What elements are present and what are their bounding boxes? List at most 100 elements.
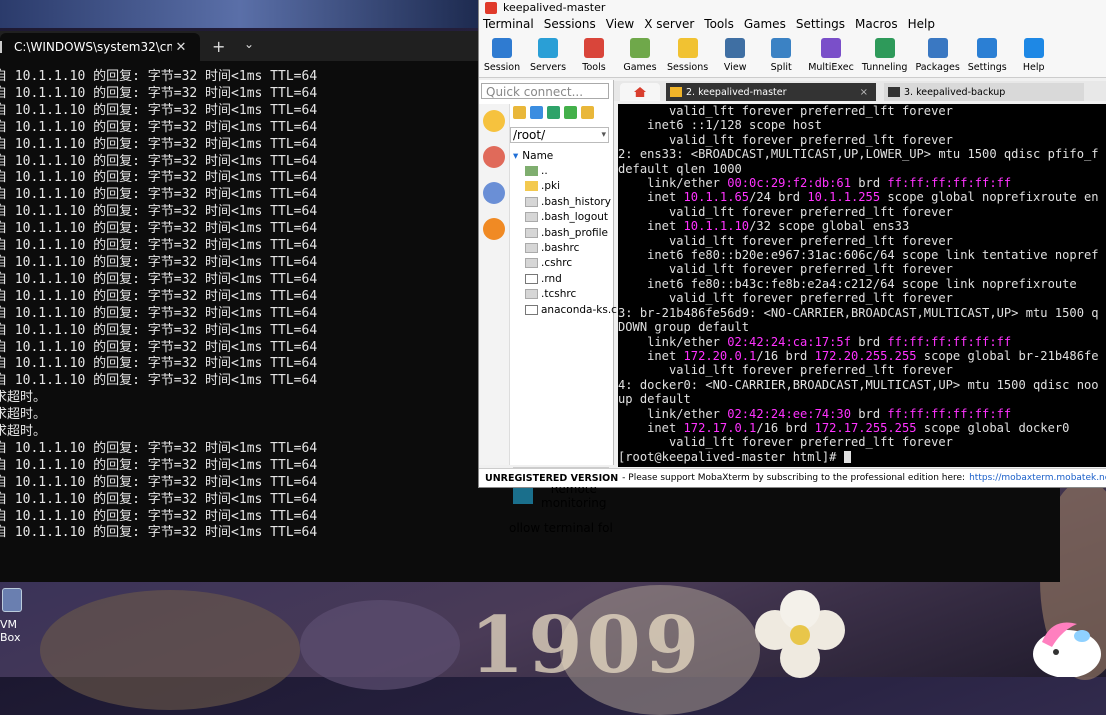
window-title: keepalived-master — [503, 1, 606, 14]
file-item[interactable]: .tcshrc — [513, 287, 617, 302]
sftp-icon[interactable] — [483, 218, 505, 240]
toolbar-label: Help — [1022, 62, 1045, 73]
terminal-text: 4: docker0: <NO-CARRIER,BROADCAST,MULTIC… — [618, 377, 1099, 392]
toolbar-view-button[interactable]: View — [712, 33, 758, 77]
terminal-output[interactable]: valid_lft forever preferred_lft forever … — [618, 104, 1106, 467]
quick-connect-input[interactable]: Quick connect... — [481, 83, 609, 99]
folder-up-icon[interactable] — [513, 106, 526, 119]
window-title-bar[interactable]: keepalived-master — [479, 0, 1106, 15]
file-item[interactable]: anaconda-ks.c — [513, 302, 617, 317]
chevron-down-icon[interactable]: ⌄ — [244, 37, 254, 51]
wallpaper-shape — [40, 590, 300, 710]
toolbar-servers-button[interactable]: Servers — [525, 33, 571, 77]
toolbar-label: Games — [623, 62, 657, 73]
home-icon — [634, 87, 646, 97]
menu-item-tools[interactable]: Tools — [700, 17, 740, 31]
terminal-icon — [0, 41, 12, 53]
toolbar-label: Tunneling — [861, 62, 908, 73]
chevron-down-icon[interactable]: ▾ — [601, 128, 606, 143]
settings-icon — [977, 38, 998, 58]
terminal-text: inet6 ::1/128 scope host — [618, 118, 822, 133]
file-item[interactable]: .. — [513, 163, 617, 178]
menu-item-settings[interactable]: Settings — [792, 17, 851, 31]
close-icon[interactable]: × — [860, 87, 868, 98]
sidebar-vertical-tabs — [479, 104, 510, 465]
path-value: /root/ — [513, 128, 546, 142]
terminal-text: 172.20.255.255 — [814, 348, 917, 363]
path-field[interactable]: /root/ ▾ — [510, 127, 609, 143]
toolbar-label: Servers — [529, 62, 567, 73]
file-tree: ▾ Name.. .pki .bash_history .bash_logout .bas… — [513, 148, 617, 317]
file-item[interactable]: .cshrc — [513, 256, 617, 271]
file-item[interactable]: .rnd — [513, 271, 617, 286]
send-icon[interactable] — [483, 182, 505, 204]
terminal-line: link/ether 02:42:24:ee:74:30 brd ff:ff:f… — [618, 407, 1106, 421]
tools-icon[interactable] — [483, 146, 505, 168]
refresh-icon[interactable] — [564, 106, 577, 119]
tree-header[interactable]: ▾ Name — [513, 148, 617, 163]
terminal-line: inet 172.20.0.1/16 brd 172.20.255.255 sc… — [618, 349, 1106, 363]
terminal-line: inet 172.17.0.1/16 brd 172.17.255.255 sc… — [618, 421, 1106, 435]
multiexec-icon — [821, 38, 842, 58]
toolbar-session-button[interactable]: Session — [479, 33, 525, 77]
upload-icon[interactable] — [547, 106, 560, 119]
monitor-icon — [513, 488, 533, 504]
terminal-cursor — [843, 450, 851, 463]
toolbar-packages-button[interactable]: Packages — [911, 33, 963, 77]
mobaxterm-window[interactable]: keepalived-master Terminal Sessions View X … — [478, 0, 1106, 535]
toolbar-settings-button[interactable]: Settings — [964, 33, 1011, 77]
menu-item-sessions[interactable]: Sessions — [540, 17, 602, 31]
session-tab-bar: 2. keepalived-master × 3. keepalived-bac… — [614, 81, 1106, 101]
file-icon — [525, 243, 538, 254]
star-icon[interactable] — [483, 110, 505, 132]
close-icon[interactable]: ✕ — [172, 40, 190, 55]
file-item[interactable]: .bash_history — [513, 194, 617, 209]
tab-keepalived-master[interactable]: 2. keepalived-master × — [666, 83, 876, 101]
terminal-text: link/ether — [618, 334, 728, 349]
toolbar-multiexec-button[interactable]: MultiExec — [804, 33, 858, 77]
terminal-line: valid_lft forever preferred_lft forever — [618, 104, 1106, 118]
terminal-text: /32 scope global ens33 — [749, 219, 910, 234]
file-item[interactable]: .bashrc — [513, 240, 617, 255]
download-icon[interactable] — [530, 106, 543, 119]
file-item[interactable]: .bash_logout — [513, 210, 617, 225]
toolbar-sessions-button[interactable]: Sessions — [663, 33, 712, 77]
menu-item-games[interactable]: Games — [740, 17, 792, 31]
mobaxterm-logo-icon — [485, 1, 497, 14]
menu-item-help[interactable]: Help — [904, 17, 941, 31]
new-folder-icon[interactable] — [581, 106, 594, 119]
home-tab[interactable] — [620, 83, 660, 101]
terminal-text: /24 brd — [749, 190, 808, 205]
toolbar: Session Servers Tools Games Sessions View Spli… — [479, 33, 1106, 78]
toolbar-tools-button[interactable]: Tools — [571, 33, 617, 77]
terminal-line: up default — [618, 392, 1106, 406]
menu-item-x-server[interactable]: X server — [640, 17, 700, 31]
new-tab-button[interactable]: + — [212, 37, 225, 56]
follow-terminal-folder-checkbox[interactable]: ollow terminal fold — [509, 521, 613, 535]
menu-item-view[interactable]: View — [602, 17, 640, 31]
terminal-text: 172.20.0.1 — [683, 348, 757, 363]
terminal-text: valid_lft forever preferred_lft forever — [618, 132, 953, 147]
toolbar-games-button[interactable]: Games — [617, 33, 663, 77]
terminal-text: 2: ens33: <BROADCAST,MULTICAST,UP,LOWER_… — [618, 147, 1099, 162]
toolbar-split-button[interactable]: Split — [758, 33, 804, 77]
tab-keepalived-backup[interactable]: 3. keepalived-backup — [884, 83, 1084, 101]
wallpaper-text: 1909 — [470, 600, 704, 691]
terminal-line: 2: ens33: <BROADCAST,MULTICAST,UP,LOWER_… — [618, 147, 1106, 161]
menu-item-terminal[interactable]: Terminal — [479, 17, 540, 31]
toolbar-tunneling-button[interactable]: Tunneling — [858, 33, 912, 77]
mobatek-link[interactable]: https://mobaxterm.mobatek.net — [969, 473, 1106, 483]
menu-item-macros[interactable]: Macros — [851, 17, 904, 31]
toolbar-help-button[interactable]: Help — [1011, 33, 1057, 77]
terminal-text: inet — [618, 420, 684, 435]
terminal-line: 4: docker0: <NO-CARRIER,BROADCAST,MULTIC… — [618, 378, 1106, 392]
terminal-text: 3: br-21b486fe56d9: <NO-CARRIER,BROADCAS… — [618, 305, 1099, 320]
terminal-text: 02:42:24:ee:74:30 — [727, 406, 851, 421]
file-icon — [525, 273, 538, 284]
cmd-tab[interactable]: C:\WINDOWS\system32\cmd. ✕ — [0, 33, 200, 61]
file-item[interactable]: .pki — [513, 179, 617, 194]
toolbar-label: Settings — [967, 62, 1007, 73]
terminal-text: valid_lft forever preferred_lft forever — [618, 104, 953, 118]
desktop-icon-virtualbox[interactable]: VM Box — [0, 588, 28, 644]
file-item[interactable]: .bash_profile — [513, 225, 617, 240]
